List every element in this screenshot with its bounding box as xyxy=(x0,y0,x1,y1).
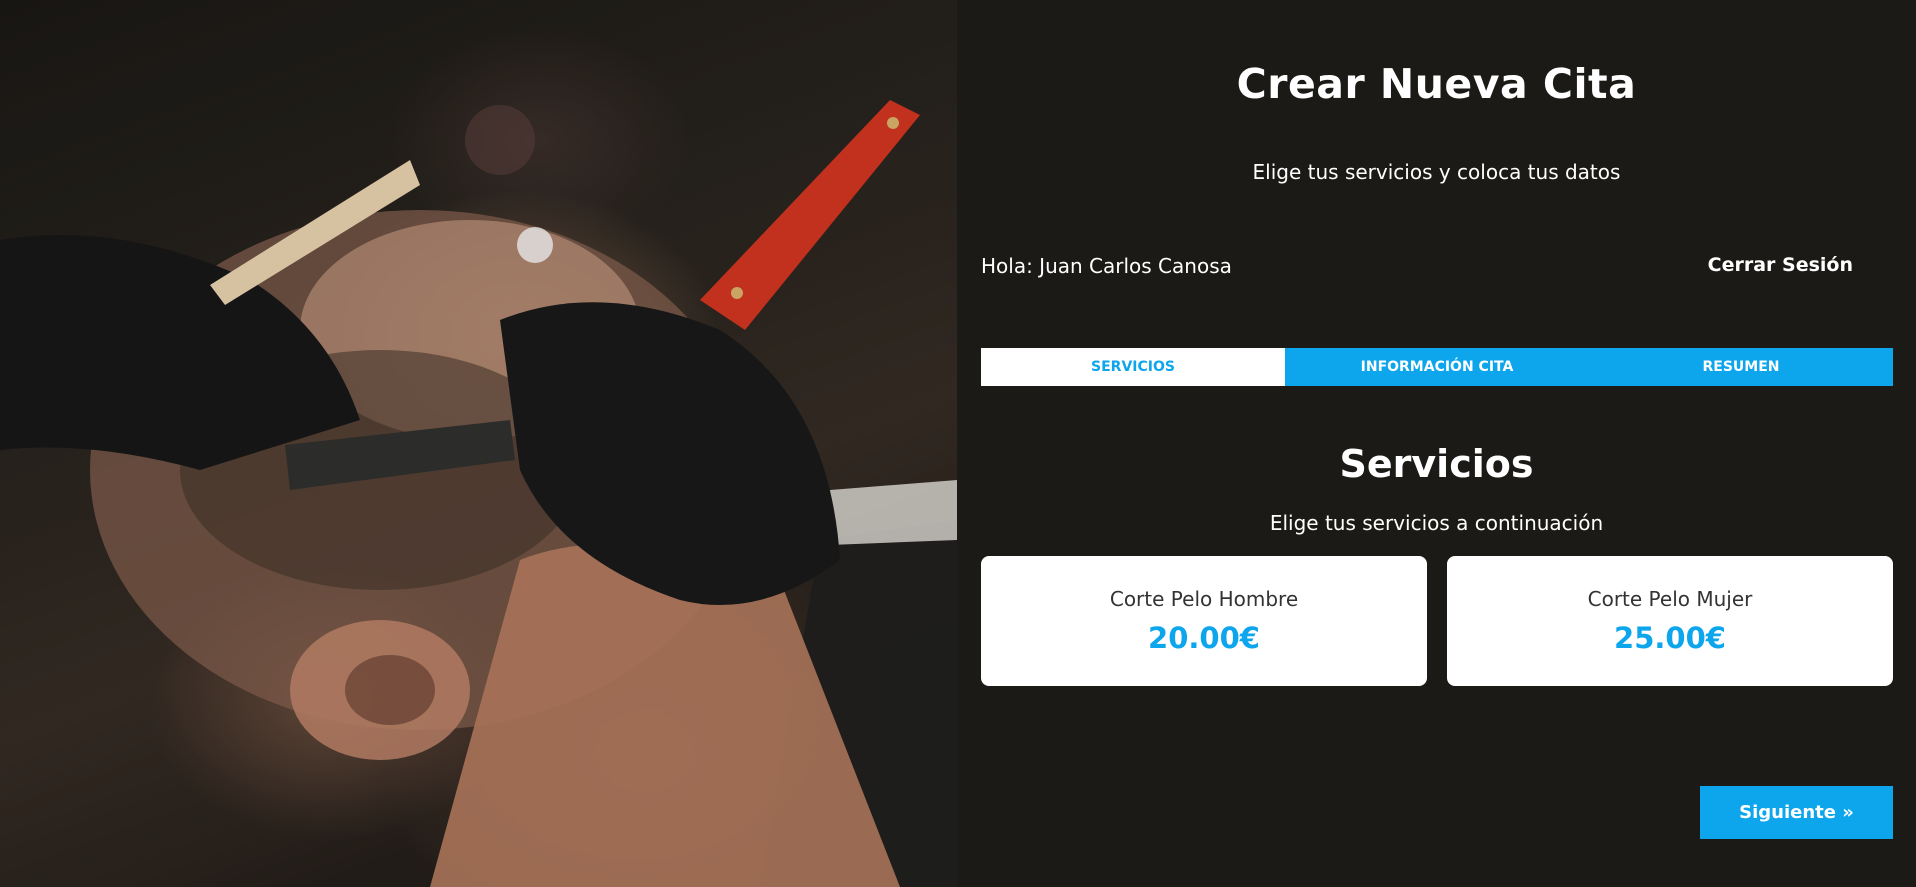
service-name: Corte Pelo Mujer xyxy=(1587,587,1753,611)
tab-servicios[interactable]: SERVICIOS xyxy=(981,348,1285,386)
service-name: Corte Pelo Hombre xyxy=(1109,587,1299,611)
service-card[interactable]: Corte Pelo Hombre 20.00€ xyxy=(981,556,1427,686)
tab-informacion-cita[interactable]: INFORMACIÓN CITA xyxy=(1285,348,1589,386)
next-button[interactable]: Siguiente » xyxy=(1700,786,1893,839)
barber-photo-illustration xyxy=(0,0,957,887)
step-tabs: SERVICIOS INFORMACIÓN CITA RESUMEN xyxy=(981,348,1893,386)
service-price: 20.00€ xyxy=(1148,621,1260,655)
user-greeting: Hola: Juan Carlos Canosa xyxy=(981,254,1232,278)
services-section-description: Elige tus servicios a continuación xyxy=(1269,511,1604,535)
services-section-title: Servicios xyxy=(1339,442,1534,486)
barber-hero-image xyxy=(0,0,957,887)
page-title: Crear Nueva Cita xyxy=(1236,60,1637,108)
service-card[interactable]: Corte Pelo Mujer 25.00€ xyxy=(1447,556,1893,686)
service-price: 25.00€ xyxy=(1614,621,1726,655)
page-subtitle: Elige tus servicios y coloca tus datos xyxy=(1252,160,1621,184)
logout-link[interactable]: Cerrar Sesión xyxy=(1708,254,1853,276)
appointment-panel: Crear Nueva Cita Elige tus servicios y c… xyxy=(957,0,1916,887)
tab-resumen[interactable]: RESUMEN xyxy=(1589,348,1893,386)
services-list: Corte Pelo Hombre 20.00€ Corte Pelo Muje… xyxy=(981,556,1893,686)
